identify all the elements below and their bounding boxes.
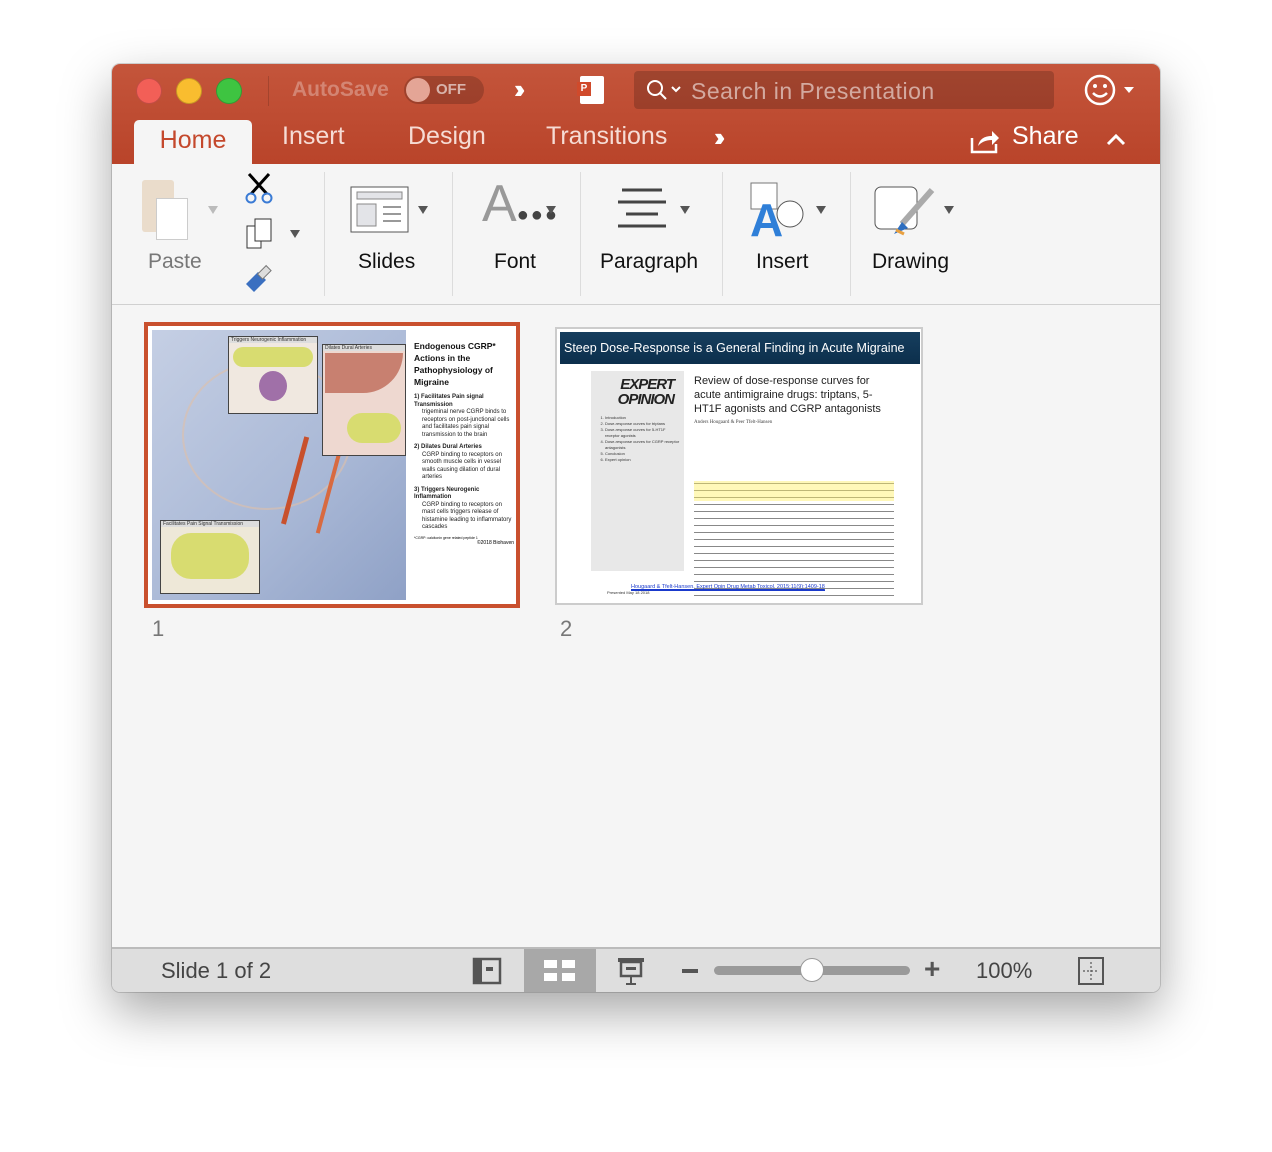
slide-indicator: Slide 1 of 2 — [161, 958, 272, 983]
drawing-icon[interactable] — [872, 184, 942, 240]
journal-title: EXPERT OPINION — [617, 376, 675, 408]
slide1-text: Endogenous CGRP* Actions in the Pathophy… — [414, 340, 514, 546]
share-button[interactable]: Share — [1012, 122, 1079, 151]
cgrp-illustration: Triggers Neurogenic Inflammation Dilates… — [152, 330, 406, 600]
slide-number-2: 2 — [560, 616, 573, 641]
slides-layout-icon[interactable] — [350, 186, 410, 234]
inset-1: Facilitates Pain Signal Transmission — [160, 520, 260, 594]
authors: Anders Hougaard & Peer Tfelt-Hansen — [694, 420, 773, 425]
tab-home[interactable]: Home — [134, 120, 252, 164]
slide-sorter-view-button[interactable] — [524, 949, 596, 992]
presenter-view-icon[interactable] — [616, 957, 646, 987]
paragraph-icon[interactable] — [616, 188, 668, 230]
insert-textbox-icon[interactable]: A — [748, 180, 808, 240]
toc-item: Expert opinion — [605, 457, 680, 463]
share-icon — [970, 131, 999, 154]
inset-2: Dilates Dural Arteries — [322, 344, 406, 456]
zoom-slider-thumb[interactable] — [800, 958, 824, 982]
copyright: ©2018 Biohaven — [476, 539, 514, 546]
point-1-head: 1) Facilitates Pain signal Transmission — [414, 394, 484, 408]
copy-icon[interactable] — [246, 218, 274, 250]
point-2-body: CGRP binding to receptors on smooth musc… — [422, 451, 502, 481]
paragraph-label[interactable]: Paragraph — [600, 250, 698, 274]
ribbon: Paste Slides A●●● Font Paragraph A Inser… — [112, 164, 1160, 305]
search-input[interactable]: Search in Presentation — [634, 71, 1054, 109]
paste-icon[interactable] — [142, 180, 188, 240]
autosave-label: AutoSave — [292, 78, 389, 101]
citation-link[interactable]: Hougaard & Tfelt-Hansen. Expert Opin Dru… — [631, 584, 825, 591]
divider — [268, 76, 269, 106]
title-bar: AutoSave OFF ›› P Search in Presentation… — [112, 64, 1160, 164]
minimize-button[interactable] — [176, 78, 202, 104]
search-placeholder: Search in Presentation — [691, 78, 935, 104]
powerpoint-window: AutoSave OFF ›› P Search in Presentation… — [112, 64, 1160, 992]
search-icon — [647, 80, 681, 100]
grid-icon — [544, 960, 575, 981]
paste-label: Paste — [148, 250, 202, 273]
toc-list: IntroductionDose-response curves for tri… — [591, 413, 684, 463]
insert-label[interactable]: Insert — [756, 250, 809, 274]
zoom-in-button[interactable]: + — [924, 953, 940, 985]
abstract-lines — [694, 481, 894, 601]
drawing-label[interactable]: Drawing — [872, 250, 949, 274]
autosave-state: OFF — [436, 81, 466, 98]
slide1-title: Endogenous CGRP* Actions in the Pathophy… — [414, 341, 496, 387]
toc-item: Dose-response curves for 5-HT1F receptor… — [605, 427, 680, 439]
zoom-percentage[interactable]: 100% — [976, 958, 1032, 984]
normal-view-icon[interactable] — [472, 957, 502, 985]
autosave-toggle[interactable]: OFF — [404, 76, 484, 104]
close-button[interactable] — [136, 78, 162, 104]
point-3-head: 3) Triggers Neurogenic Inflammation — [414, 486, 480, 501]
slide-thumbnail-1[interactable]: Triggers Neurogenic Inflammation Dilates… — [144, 322, 520, 608]
point-1-body: trigeminal nerve CGRP binds to receptors… — [422, 409, 510, 438]
fit-to-window-icon[interactable] — [1078, 957, 1104, 985]
point-2-head: 2) Dilates Dural Arteries — [414, 444, 482, 450]
zoom-slider[interactable] — [714, 958, 910, 982]
tab-design[interactable]: Design — [408, 122, 486, 151]
font-label[interactable]: Font — [494, 250, 536, 274]
format-painter-icon[interactable] — [244, 264, 276, 294]
slides-label[interactable]: Slides — [358, 250, 415, 274]
powerpoint-file-icon[interactable]: P — [577, 76, 604, 104]
slide-number-1: 1 — [152, 616, 165, 641]
presented-date: Presented May 18 2018 — [607, 590, 650, 595]
slide2-header: Steep Dose-Response is a General Finding… — [560, 332, 920, 364]
cut-scissors-icon[interactable] — [244, 172, 274, 204]
svg-text:A: A — [750, 194, 783, 240]
expert-opinion-sidebar: EXPERT OPINION IntroductionDose-response… — [591, 371, 684, 571]
more-tabs-chevron-icon[interactable]: ›› — [714, 122, 726, 153]
article-title: Review of dose-response curves for acute… — [694, 375, 881, 415]
point-3-body: CGRP binding to receptors on mast cells … — [422, 501, 512, 531]
zoom-out-button[interactable] — [682, 969, 698, 973]
zoom-button[interactable] — [216, 78, 242, 104]
tab-insert[interactable]: Insert — [282, 122, 345, 151]
slide-thumbnail-2[interactable]: Steep Dose-Response is a General Finding… — [555, 327, 923, 605]
tab-transitions[interactable]: Transitions — [546, 122, 667, 151]
toc-item: Dose-response curves for CGRP receptor a… — [605, 439, 680, 451]
status-bar: Slide 1 of 2 + 100% — [112, 947, 1160, 992]
slide-sorter: Triggers Neurogenic Inflammation Dilates… — [112, 306, 1160, 947]
smiley-feedback-icon[interactable] — [1084, 74, 1134, 106]
collapse-ribbon-icon[interactable] — [1106, 132, 1126, 146]
more-chevron-icon[interactable]: ›› — [514, 74, 526, 105]
inset-3: Triggers Neurogenic Inflammation — [228, 336, 318, 414]
